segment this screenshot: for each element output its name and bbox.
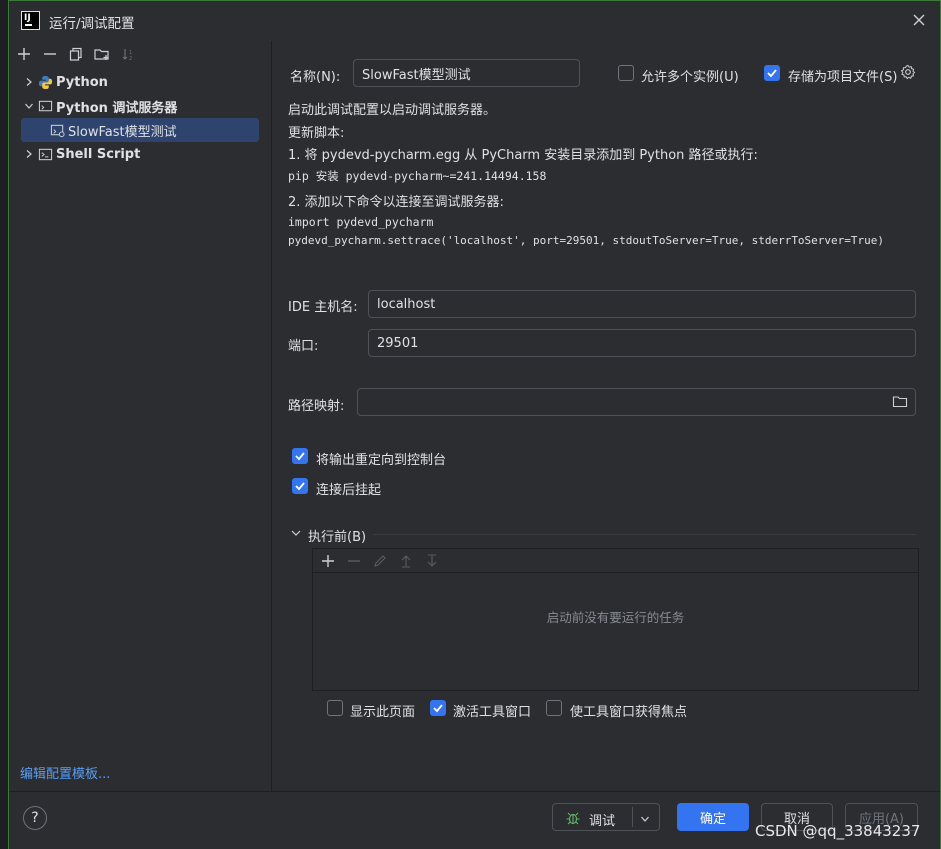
checkmark-icon [295,482,305,491]
host-label: IDE 主机名: [288,300,358,315]
suspend-after-label: 连接后挂起 [316,483,382,498]
move-up-icon[interactable] [395,550,417,572]
python-icon [37,74,53,90]
redirect-output-label: 将输出重定向到控制台 [316,453,447,468]
chevron-down-icon[interactable] [640,813,650,828]
debug-label: 调试 [589,814,616,829]
info-line-1: 启动此调试配置以启动调试服务器。 [288,103,497,118]
tree-item-label: Shell Script [56,146,141,162]
host-input[interactable]: localhost [368,290,916,318]
chevron-down-icon[interactable] [290,527,302,539]
path-mapping-label: 路径映射: [288,399,345,414]
tree-item-label: SlowFast模型测试 [68,124,177,140]
add-task-icon[interactable] [317,550,339,572]
gear-icon[interactable] [900,64,916,80]
empty-tasks-text: 启动前没有要运行的任务 [546,610,685,625]
run-debug-config-dialog: IJ 运行/调试配置 12 Python Python 调试服务器 SlowFa… [8,0,941,849]
tree-item-label: Python 调试服务器 [56,100,178,116]
copy-icon[interactable] [65,43,87,65]
show-page-checkbox[interactable] [327,700,343,716]
tree-item-shell-script[interactable]: Shell Script [21,142,140,166]
info-line-2: 更新脚本: [288,126,345,141]
focus-tool-checkbox[interactable] [546,700,562,716]
checkmark-icon [767,69,777,78]
watermark-text: CSDN @qq_33843237 [755,822,921,840]
chevron-down-icon[interactable] [21,98,37,114]
chevron-right-icon[interactable] [21,146,37,162]
path-mapping-input[interactable] [357,388,916,416]
port-label: 端口: [288,339,319,354]
before-launch-title[interactable]: 执行前(B) [308,526,366,545]
svg-text:2: 2 [129,56,132,61]
edit-task-icon[interactable] [369,550,391,572]
store-project-label: 存储为项目文件(S) [788,70,898,85]
checkmark-icon [295,452,305,461]
folder-icon[interactable] [892,394,908,413]
edit-templates-link[interactable]: 编辑配置模板... [20,763,110,782]
name-label: 名称(N): [290,70,341,85]
checkmark-icon [433,704,443,713]
intellij-logo-icon: IJ [21,11,40,30]
allow-parallel-label: 允许多个实例(U) [641,70,739,85]
add-icon[interactable] [13,43,35,65]
config-icon [49,122,65,138]
code-line-1: pip 安装 pydevd-pycharm~=241.14494.158 [288,169,547,183]
tree-item-python[interactable]: Python [21,70,108,94]
bug-icon [565,810,581,830]
terminal-icon [37,146,53,162]
store-project-checkbox[interactable] [764,65,780,81]
dialog-title: 运行/调试配置 [49,16,135,32]
focus-tool-label: 使工具窗口获得焦点 [570,705,688,720]
tree-toolbar: 12 [13,43,139,65]
section-divider [373,534,916,535]
config-tree-panel: 12 Python Python 调试服务器 SlowFast模型测试 Shel… [9,41,272,791]
tree-item-python-debug-server[interactable]: Python 调试服务器 [21,94,177,118]
allow-parallel-checkbox[interactable] [618,65,634,81]
suspend-after-checkbox[interactable] [292,478,308,494]
remove-icon[interactable] [39,43,61,65]
name-input[interactable]: SlowFast模型测试 [353,59,580,87]
info-line-3: 1. 将 pydevd-pycharm.egg 从 PyCharm 安装目录添加… [288,148,758,163]
activate-tool-checkbox[interactable] [430,700,446,716]
code-line-3: pydevd_pycharm.settrace('localhost', por… [288,234,885,247]
tree-item-label: Python [56,74,108,90]
config-form-panel: 名称(N): SlowFast模型测试 允许多个实例(U) 存储为项目文件(S)… [273,41,941,791]
ok-button[interactable]: 确定 [677,803,749,831]
move-down-icon[interactable] [421,550,443,572]
bottom-bar: ? 调试 确定 取消 应用(A) CSDN @qq_33843237 [9,791,940,849]
help-button[interactable]: ? [23,806,47,830]
tree-item-slowfast-test[interactable]: SlowFast模型测试 [21,118,259,142]
code-line-2: import pydevd_pycharm [288,215,434,229]
chevron-right-icon[interactable] [21,74,37,90]
split-divider [632,807,633,827]
redirect-output-checkbox[interactable] [292,448,308,464]
sort-icon[interactable]: 12 [117,43,139,65]
activate-tool-label: 激活工具窗口 [453,705,532,720]
debug-button[interactable]: 调试 [552,803,660,831]
remove-task-icon[interactable] [343,550,365,572]
before-launch-list: 启动前没有要运行的任务 [312,548,919,691]
port-input[interactable]: 29501 [368,329,916,357]
before-launch-toolbar [313,549,918,573]
logo-text: IJ [24,13,31,23]
close-icon[interactable] [910,11,928,29]
new-folder-icon[interactable] [91,43,113,65]
show-page-label: 显示此页面 [350,705,416,720]
title-bar: IJ 运行/调试配置 [9,1,940,41]
info-line-4: 2. 添加以下命令以连接至调试服务器: [288,195,504,210]
debug-server-icon [37,98,53,114]
